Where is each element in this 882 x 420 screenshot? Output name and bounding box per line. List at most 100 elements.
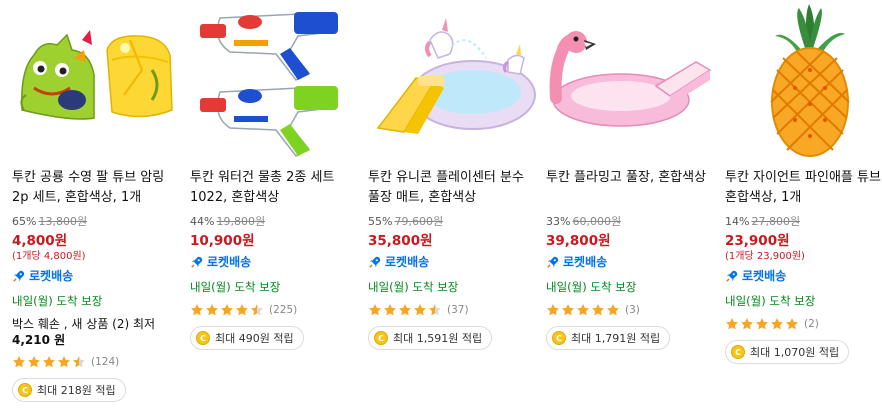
flamingo-pool-image[interactable] — [546, 0, 716, 160]
sale-price: 35,800원 — [368, 233, 433, 249]
star-icon — [383, 303, 397, 317]
used-offer[interactable]: 박스 훼손 , 새 상품 (2) 최저 — [12, 316, 182, 332]
star-icon — [368, 303, 382, 317]
review-count: (225) — [269, 304, 298, 316]
discount-rate: 65% — [12, 215, 37, 228]
star-icon — [205, 303, 219, 317]
unit-price: (1개당 4,800원) — [12, 251, 86, 262]
original-price: 79,600원 — [394, 215, 444, 228]
discount-rate: 14% — [725, 215, 750, 228]
points-label: 최대 1,070원 적립 — [750, 346, 840, 359]
rocket-label: 로켓배송 — [29, 269, 74, 283]
points-badge: C 최대 1,791원 적립 — [546, 326, 671, 350]
discount-rate: 44% — [190, 215, 215, 228]
review-count: (3) — [625, 304, 640, 316]
product-title[interactable]: 투칸 자이언트 파인애플 튜브, 혼합색상, 1개 — [725, 168, 882, 208]
star-icon — [606, 303, 620, 317]
sale-price: 39,800원 — [546, 233, 611, 249]
rocket-label: 로켓배송 — [207, 255, 252, 269]
product-title[interactable]: 투칸 워터건 물총 2종 세트 1022, 혼합색상 — [190, 168, 360, 208]
half-star-icon — [428, 303, 442, 317]
discount-row: 33% 60,000원 — [546, 214, 716, 229]
arrival-guarantee: 내일(월) 도착 보장 — [725, 294, 816, 308]
star-icon — [235, 303, 249, 317]
product-title[interactable]: 투칸 공룡 수영 팔 튜브 암링 2p 세트, 혼합색상, 1개 — [12, 168, 182, 208]
star-rating — [546, 303, 620, 317]
arrival-guarantee: 내일(월) 도착 보장 — [12, 294, 103, 308]
coin-icon: C — [18, 383, 32, 397]
arm-float-image[interactable] — [12, 0, 182, 160]
star-icon — [57, 355, 71, 369]
rating: (2) — [725, 316, 882, 332]
discount-row: 44% 19,800원 — [190, 214, 360, 229]
sale-price: 23,900원 — [725, 233, 790, 249]
rocket-delivery-badge: 로켓배송 — [368, 252, 538, 272]
rocket-icon — [726, 270, 738, 282]
rocket-label: 로켓배송 — [563, 255, 608, 269]
discount-row: 14% 27,800원 — [725, 214, 882, 229]
points-badge: C 최대 1,070원 적립 — [725, 340, 850, 364]
arrival-guarantee: 내일(월) 도착 보장 — [546, 280, 637, 294]
rocket-icon — [191, 256, 203, 268]
product-card[interactable]: 투칸 워터건 물총 2종 세트 1022, 혼합색상 44% 19,800원 10… — [190, 0, 360, 420]
unicorn-pool-image[interactable] — [368, 0, 538, 160]
star-rating — [725, 317, 799, 331]
product-card[interactable]: 투칸 공룡 수영 팔 튜브 암링 2p 세트, 혼합색상, 1개 65% 13,8… — [12, 0, 182, 420]
sale-price: 4,800원 — [12, 233, 68, 249]
discount-row: 65% 13,800원 — [12, 214, 182, 229]
star-icon — [12, 355, 26, 369]
star-icon — [413, 303, 427, 317]
star-icon — [755, 317, 769, 331]
rating: (37) — [368, 302, 538, 318]
product-card[interactable]: 투칸 유니콘 플레이센터 분수 풀장 매트, 혼합색상 55% 79,600원 3… — [368, 0, 538, 420]
discount-rate: 55% — [368, 215, 393, 228]
rating: (225) — [190, 302, 360, 318]
star-icon — [785, 317, 799, 331]
original-price: 13,800원 — [38, 215, 88, 228]
points-label: 최대 1,591원 적립 — [393, 332, 483, 345]
arrival-guarantee: 내일(월) 도착 보장 — [368, 280, 459, 294]
points-label: 최대 1,791원 적립 — [571, 332, 661, 345]
star-rating — [190, 303, 264, 317]
star-icon — [42, 355, 56, 369]
pineapple-tube-image[interactable] — [725, 0, 882, 160]
coin-icon: C — [731, 345, 745, 359]
product-card[interactable]: 투칸 자이언트 파인애플 튜브, 혼합색상, 1개 14% 27,800원 23,… — [725, 0, 882, 420]
review-count: (37) — [447, 304, 469, 316]
points-label: 최대 490원 적립 — [215, 332, 294, 345]
points-badge: C 최대 1,591원 적립 — [368, 326, 493, 350]
points-badge: C 최대 218원 적립 — [12, 378, 126, 402]
star-icon — [220, 303, 234, 317]
rating: (3) — [546, 302, 716, 318]
rocket-icon — [369, 256, 381, 268]
star-icon — [725, 317, 739, 331]
product-title[interactable]: 투칸 플라밍고 풀장, 혼합색상 — [546, 168, 716, 208]
star-icon — [561, 303, 575, 317]
star-icon — [740, 317, 754, 331]
points-label: 최대 218원 적립 — [37, 384, 116, 397]
arrival-guarantee: 내일(월) 도착 보장 — [190, 280, 281, 294]
discount-row: 55% 79,600원 — [368, 214, 538, 229]
review-count: (124) — [91, 356, 120, 368]
points-badge: C 최대 490원 적립 — [190, 326, 304, 350]
original-price: 27,800원 — [751, 215, 801, 228]
rocket-delivery-badge: 로켓배송 — [12, 266, 182, 286]
rocket-icon — [547, 256, 559, 268]
star-icon — [546, 303, 560, 317]
water-gun-image[interactable] — [190, 0, 360, 160]
unit-price: (1개당 23,900원) — [725, 251, 805, 262]
star-icon — [190, 303, 204, 317]
rocket-delivery-badge: 로켓배송 — [546, 252, 716, 272]
rocket-delivery-badge: 로켓배송 — [725, 266, 882, 286]
product-card[interactable]: 투칸 플라밍고 풀장, 혼합색상 33% 60,000원 39,800원 로켓배송… — [546, 0, 716, 420]
product-title[interactable]: 투칸 유니콘 플레이센터 분수 풀장 매트, 혼합색상 — [368, 168, 538, 208]
star-icon — [27, 355, 41, 369]
used-price: 4,210 원 — [12, 333, 66, 347]
coin-icon: C — [552, 331, 566, 345]
original-price: 60,000원 — [572, 215, 622, 228]
half-star-icon — [250, 303, 264, 317]
star-rating — [12, 355, 86, 369]
star-icon — [591, 303, 605, 317]
half-star-icon — [72, 355, 86, 369]
review-count: (2) — [804, 318, 819, 330]
